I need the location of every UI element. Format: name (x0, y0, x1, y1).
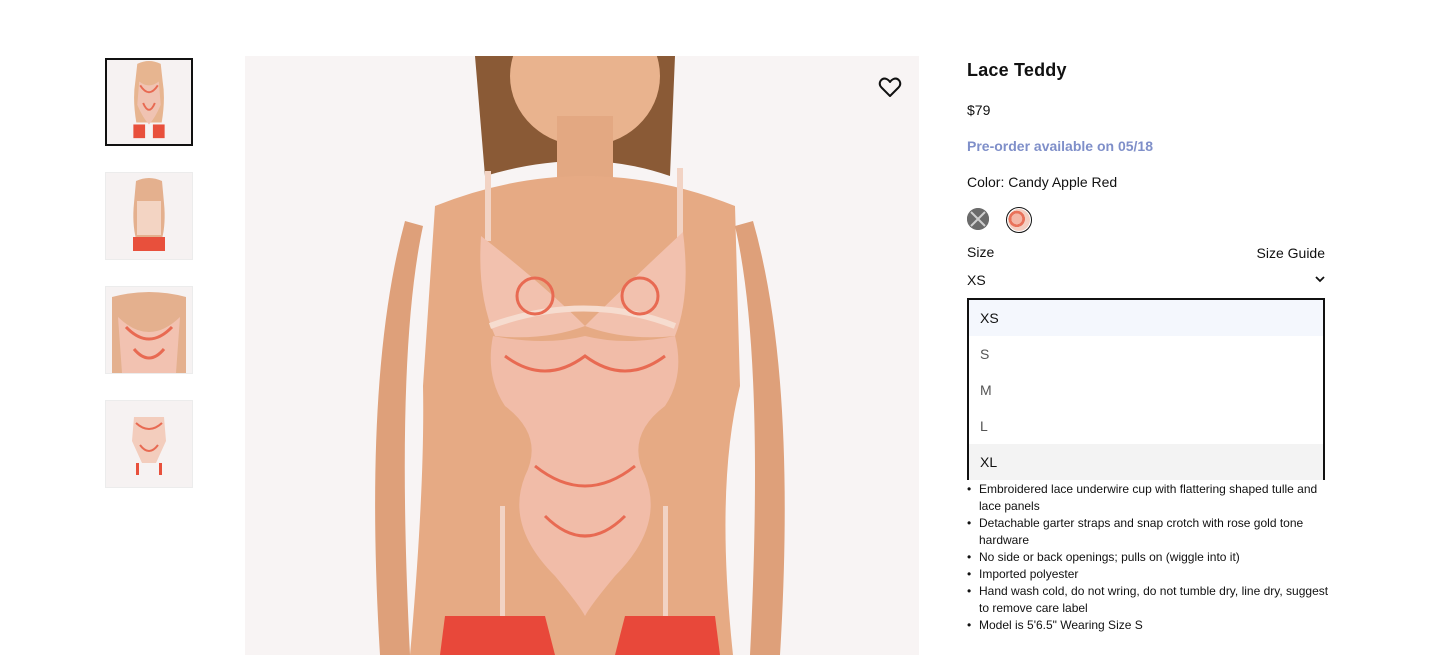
size-select[interactable]: XS (967, 272, 1325, 292)
size-option-xs[interactable]: XS (969, 300, 1323, 336)
size-option-s[interactable]: S (969, 336, 1323, 372)
main-product-image (245, 56, 919, 655)
size-dropdown-list: XS S M L XL (967, 298, 1325, 480)
size-option-m[interactable]: M (969, 372, 1323, 408)
thumbnail-flat[interactable] (105, 400, 193, 488)
product-price: $79 (967, 102, 991, 118)
thumbnail-detail[interactable] (105, 286, 193, 374)
color-swatch-grey[interactable] (967, 208, 989, 230)
thumbnail-flat-image (106, 401, 192, 487)
size-label: Size (967, 244, 995, 260)
color-swatch-candy-apple-red[interactable] (1006, 207, 1032, 233)
wishlist-button[interactable] (878, 76, 902, 98)
size-option-l[interactable]: L (969, 408, 1323, 444)
detail-item: Hand wash cold, do not wring, do not tum… (967, 583, 1329, 617)
swatch-pattern-icon (967, 208, 989, 230)
detail-item: Model is 5'6.5" Wearing Size S (967, 617, 1329, 634)
chevron-down-icon (1315, 271, 1325, 286)
thumbnail-front-image (107, 60, 191, 144)
detail-item: No side or back openings; pulls on (wigg… (967, 549, 1329, 566)
size-guide-link[interactable]: Size Guide (1257, 245, 1325, 261)
color-label: Color: Candy Apple Red (967, 174, 1118, 190)
detail-item: Detachable garter straps and snap crotch… (967, 515, 1329, 549)
product-title: Lace Teddy (967, 60, 1067, 80)
size-select-value: XS (967, 272, 986, 288)
swatch-lace-icon (1008, 209, 1030, 231)
product-details-list: Embroidered lace underwire cup with flat… (967, 481, 1329, 634)
heart-icon (878, 77, 902, 97)
detail-item: Imported polyester (967, 566, 1329, 583)
thumbnail-detail-image (106, 287, 192, 373)
size-option-xl[interactable]: XL (969, 444, 1323, 480)
thumbnail-gallery (105, 58, 193, 514)
thumbnail-back-image (106, 173, 192, 259)
detail-item: Embroidered lace underwire cup with flat… (967, 481, 1329, 515)
product-photo (245, 56, 919, 655)
preorder-notice: Pre-order available on 05/18 (967, 138, 1153, 154)
thumbnail-front[interactable] (105, 58, 193, 146)
thumbnail-back[interactable] (105, 172, 193, 260)
